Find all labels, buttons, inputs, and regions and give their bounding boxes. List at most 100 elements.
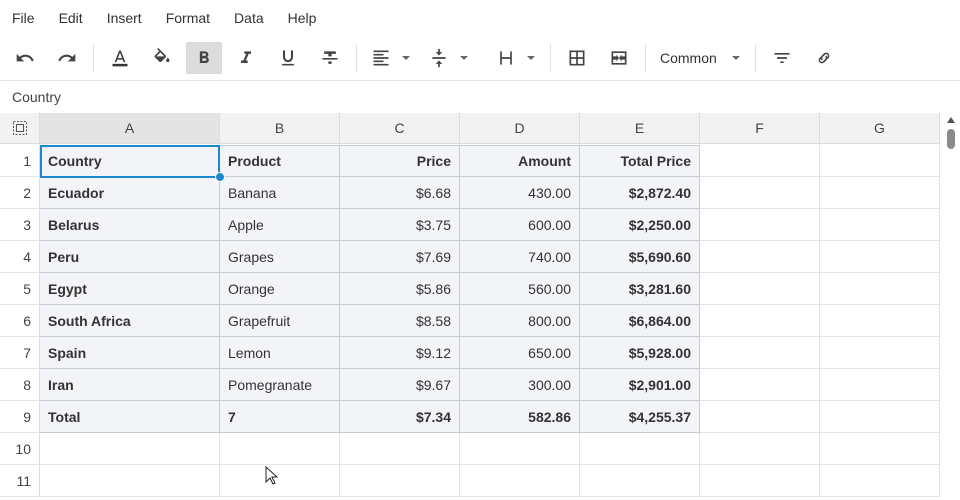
cell-g10[interactable] bbox=[820, 433, 940, 465]
cell-g3[interactable] bbox=[820, 209, 940, 241]
cell-c1[interactable]: Price bbox=[340, 145, 460, 177]
cell-g2[interactable] bbox=[820, 177, 940, 209]
menu-data[interactable]: Data bbox=[234, 10, 264, 26]
cell-b6[interactable]: Grapefruit bbox=[220, 305, 340, 337]
cell-c7[interactable]: $9.12 bbox=[340, 337, 460, 369]
cell-f11[interactable] bbox=[700, 465, 820, 497]
cell-d11[interactable] bbox=[460, 465, 580, 497]
cell-a4[interactable]: Peru bbox=[40, 241, 220, 273]
number-format-dropdown[interactable]: Common bbox=[654, 42, 747, 74]
cell-e7[interactable]: $5,928.00 bbox=[580, 337, 700, 369]
cell-g9[interactable] bbox=[820, 401, 940, 433]
cell-e4[interactable]: $5,690.60 bbox=[580, 241, 700, 273]
cell-c6[interactable]: $8.58 bbox=[340, 305, 460, 337]
italic-button[interactable] bbox=[228, 42, 264, 74]
cell-d1[interactable]: Amount bbox=[460, 145, 580, 177]
cell-e2[interactable]: $2,872.40 bbox=[580, 177, 700, 209]
column-header-f[interactable]: F bbox=[700, 113, 820, 144]
cell-e11[interactable] bbox=[580, 465, 700, 497]
underline-button[interactable] bbox=[270, 42, 306, 74]
cell-c2[interactable]: $6.68 bbox=[340, 177, 460, 209]
cell-f8[interactable] bbox=[700, 369, 820, 401]
cell-b11[interactable] bbox=[220, 465, 340, 497]
filter-button[interactable] bbox=[764, 42, 800, 74]
cell-a2[interactable]: Ecuador bbox=[40, 177, 220, 209]
cell-b10[interactable] bbox=[220, 433, 340, 465]
cell-e1[interactable]: Total Price bbox=[580, 145, 700, 177]
cell-b2[interactable]: Banana bbox=[220, 177, 340, 209]
cell-a6[interactable]: South Africa bbox=[40, 305, 220, 337]
cell-a7[interactable]: Spain bbox=[40, 337, 220, 369]
row-header-1[interactable]: 1 bbox=[0, 145, 40, 177]
cell-a10[interactable] bbox=[40, 433, 220, 465]
cell-e3[interactable]: $2,250.00 bbox=[580, 209, 700, 241]
select-all-button[interactable] bbox=[0, 113, 40, 144]
cell-e8[interactable]: $2,901.00 bbox=[580, 369, 700, 401]
cell-f7[interactable] bbox=[700, 337, 820, 369]
cell-a5[interactable]: Egypt bbox=[40, 273, 220, 305]
cell-f9[interactable] bbox=[700, 401, 820, 433]
cell-b1[interactable]: Product bbox=[220, 145, 340, 177]
cell-b5[interactable]: Orange bbox=[220, 273, 340, 305]
link-button[interactable] bbox=[806, 42, 842, 74]
cell-a11[interactable] bbox=[40, 465, 220, 497]
align-dropdown[interactable] bbox=[365, 42, 417, 74]
cell-f1[interactable] bbox=[700, 145, 820, 177]
cell-g8[interactable] bbox=[820, 369, 940, 401]
cell-f6[interactable] bbox=[700, 305, 820, 337]
formula-bar[interactable]: Country bbox=[0, 80, 960, 113]
row-header-5[interactable]: 5 bbox=[0, 273, 40, 305]
merge-cells-button[interactable] bbox=[601, 42, 637, 74]
row-header-6[interactable]: 6 bbox=[0, 305, 40, 337]
cell-d5[interactable]: 560.00 bbox=[460, 273, 580, 305]
cell-a1[interactable]: Country bbox=[40, 145, 220, 177]
cell-a3[interactable]: Belarus bbox=[40, 209, 220, 241]
fill-handle[interactable] bbox=[215, 172, 225, 182]
cell-c3[interactable]: $3.75 bbox=[340, 209, 460, 241]
fill-color-button[interactable] bbox=[144, 42, 180, 74]
cell-c10[interactable] bbox=[340, 433, 460, 465]
cell-c9[interactable]: $7.34 bbox=[340, 401, 460, 433]
menu-help[interactable]: Help bbox=[288, 10, 317, 26]
cell-f4[interactable] bbox=[700, 241, 820, 273]
scroll-thumb[interactable] bbox=[947, 129, 955, 149]
cell-b3[interactable]: Apple bbox=[220, 209, 340, 241]
cell-g5[interactable] bbox=[820, 273, 940, 305]
column-header-a[interactable]: A bbox=[40, 113, 220, 144]
row-header-11[interactable]: 11 bbox=[0, 465, 40, 497]
cell-b7[interactable]: Lemon bbox=[220, 337, 340, 369]
cell-g11[interactable] bbox=[820, 465, 940, 497]
cell-e9[interactable]: $4,255.37 bbox=[580, 401, 700, 433]
column-header-e[interactable]: E bbox=[580, 113, 700, 144]
row-header-7[interactable]: 7 bbox=[0, 337, 40, 369]
redo-button[interactable] bbox=[49, 42, 85, 74]
cell-e5[interactable]: $3,281.60 bbox=[580, 273, 700, 305]
scroll-up-arrow-icon[interactable] bbox=[947, 117, 955, 123]
cell-d9[interactable]: 582.86 bbox=[460, 401, 580, 433]
text-wrap-dropdown[interactable] bbox=[490, 42, 542, 74]
cell-f2[interactable] bbox=[700, 177, 820, 209]
column-header-b[interactable]: B bbox=[220, 113, 340, 144]
column-header-g[interactable]: G bbox=[820, 113, 940, 144]
cell-c11[interactable] bbox=[340, 465, 460, 497]
vertical-align-dropdown[interactable] bbox=[423, 42, 475, 74]
cell-d4[interactable]: 740.00 bbox=[460, 241, 580, 273]
cell-g4[interactable] bbox=[820, 241, 940, 273]
cell-e6[interactable]: $6,864.00 bbox=[580, 305, 700, 337]
column-header-c[interactable]: C bbox=[340, 113, 460, 144]
cell-g7[interactable] bbox=[820, 337, 940, 369]
cell-f10[interactable] bbox=[700, 433, 820, 465]
cell-d10[interactable] bbox=[460, 433, 580, 465]
row-header-4[interactable]: 4 bbox=[0, 241, 40, 273]
cell-a8[interactable]: Iran bbox=[40, 369, 220, 401]
cell-d6[interactable]: 800.00 bbox=[460, 305, 580, 337]
cell-f3[interactable] bbox=[700, 209, 820, 241]
row-header-3[interactable]: 3 bbox=[0, 209, 40, 241]
cell-d2[interactable]: 430.00 bbox=[460, 177, 580, 209]
column-header-d[interactable]: D bbox=[460, 113, 580, 144]
cell-b4[interactable]: Grapes bbox=[220, 241, 340, 273]
menu-file[interactable]: File bbox=[12, 10, 35, 26]
bold-button[interactable] bbox=[186, 42, 222, 74]
cell-e10[interactable] bbox=[580, 433, 700, 465]
cell-b8[interactable]: Pomegranate bbox=[220, 369, 340, 401]
